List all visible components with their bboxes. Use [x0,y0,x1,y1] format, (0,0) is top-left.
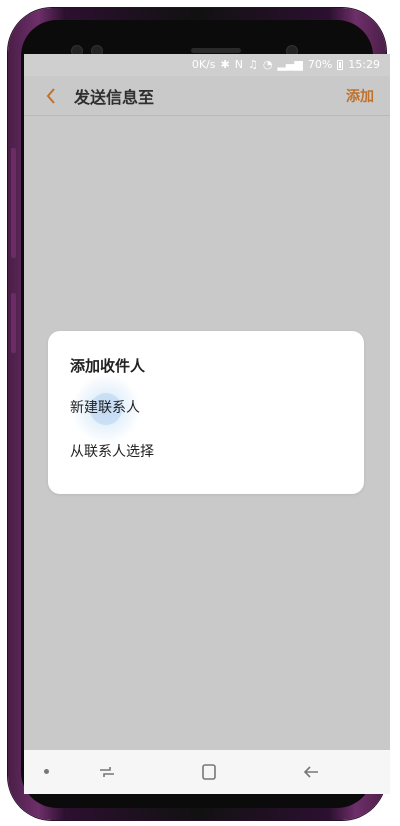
status-time: 15:29 [348,58,380,71]
add-button[interactable]: 添加 [346,86,374,106]
nav-dot-icon[interactable] [44,769,49,774]
earpiece-speaker [191,48,241,53]
add-recipient-dialog: 添加收件人 新建联系人 从联系人选择 [48,331,364,494]
mute-icon: ♫ [247,58,258,71]
signal-icon: ▂▄▆ [277,58,303,71]
navigation-bar [24,750,390,794]
wifi-icon: ◔ [262,58,273,71]
network-speed: 0K/s [191,58,216,71]
new-contact-option[interactable]: 新建联系人 [70,397,140,417]
select-from-contacts-option[interactable]: 从联系人选择 [70,441,154,461]
bixby-button [11,293,16,353]
page-title: 发送信息至 [74,87,155,107]
battery-icon [337,60,344,70]
bluetooth-icon: ✱ [220,58,230,71]
dialog-title: 添加收件人 [70,357,146,375]
screen: 0K/s ✱ N ♫ ◔ ▂▄▆ 70% 15:29 发送信息至 添加 添加收件… [24,54,390,794]
battery-level: 70% [307,58,333,71]
chevron-left-icon[interactable] [36,87,66,105]
volume-button [11,148,16,258]
nfc-icon: N [234,58,243,71]
recent-apps-icon[interactable] [96,761,118,783]
home-icon[interactable] [198,761,220,783]
phone-frame: 0K/s ✱ N ♫ ◔ ▂▄▆ 70% 15:29 发送信息至 添加 添加收件… [8,8,390,820]
app-bar: 发送信息至 添加 [24,76,390,116]
arrow-left-icon[interactable] [300,761,322,783]
status-bar: 0K/s ✱ N ♫ ◔ ▂▄▆ 70% 15:29 [24,54,390,76]
